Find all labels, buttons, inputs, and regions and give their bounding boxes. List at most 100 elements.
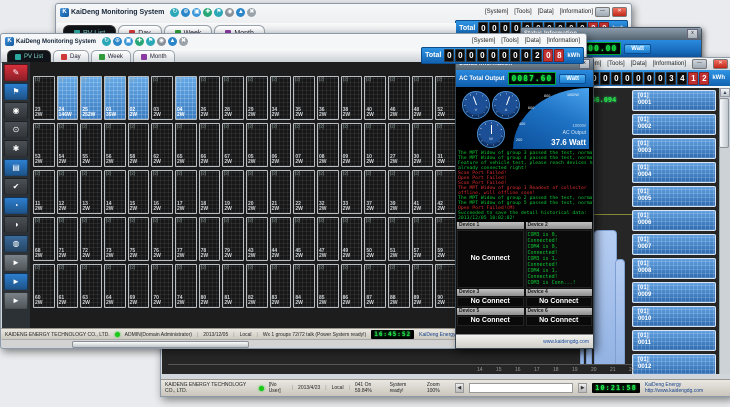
inverter-item[interactable]: [01]0001 xyxy=(632,90,716,111)
pv-panel[interactable]: [2]502W xyxy=(364,217,386,261)
menu-item[interactable]: [Information] xyxy=(653,61,686,67)
check-icon[interactable]: ✔ xyxy=(4,178,28,195)
history-icon[interactable]: ◔ xyxy=(4,197,28,214)
inverter-item[interactable]: [01]0004 xyxy=(632,162,716,183)
pv-panel[interactable]: [2]652W xyxy=(175,123,197,167)
video2-icon[interactable]: ► xyxy=(4,273,28,290)
pv-panel[interactable]: [2]102W xyxy=(364,123,386,167)
standby-icon[interactable]: ⊙ xyxy=(4,121,28,138)
zoom-right-icon[interactable]: ▶ xyxy=(578,383,587,393)
watt-unit-button[interactable]: Watt xyxy=(559,74,586,84)
pv-panel[interactable]: [2]142W xyxy=(104,170,126,214)
menu-item[interactable]: [Data] xyxy=(631,61,647,67)
pv-panel[interactable]: [2]302W xyxy=(412,123,434,167)
scroll-up-icon[interactable]: ▲ xyxy=(720,88,730,97)
pv-panel[interactable]: [2]852W xyxy=(317,264,339,308)
tab-month[interactable]: Month xyxy=(133,50,175,62)
pv-panel[interactable]: [2]172W xyxy=(175,170,197,214)
inverter-item[interactable]: [01]0008 xyxy=(632,258,716,279)
pv-panel[interactable]: [2]832W xyxy=(270,264,292,308)
inverter-item[interactable]: [01]0009 xyxy=(632,282,716,303)
pv-panel[interactable]: [1]25252W xyxy=(80,76,102,120)
tab-day[interactable]: Day xyxy=(53,50,89,62)
network-icon[interactable]: ◍ xyxy=(4,235,28,252)
pv-panel[interactable]: [2]462W xyxy=(388,76,410,120)
inverter-item[interactable]: [01]0012 xyxy=(632,354,716,374)
pv-panel[interactable]: [2]092W xyxy=(341,123,363,167)
up-icon[interactable]: ▲ xyxy=(168,37,177,46)
pv-panel[interactable]: [2]212W xyxy=(270,170,292,214)
power-icon[interactable]: ◉ xyxy=(4,102,28,119)
pv-panel[interactable]: [2]642W xyxy=(104,264,126,308)
tab-week[interactable]: Week xyxy=(91,50,131,62)
refresh-icon[interactable]: ↻ xyxy=(170,8,179,17)
pv-panel[interactable]: [2]352W xyxy=(293,76,315,120)
pv-panel[interactable]: [2]022W xyxy=(128,76,150,120)
record-icon[interactable]: ◉ xyxy=(157,37,166,46)
menu-item[interactable]: [Data] xyxy=(525,38,541,44)
pv-panel[interactable]: [2]902W xyxy=(435,264,457,308)
pv-panel[interactable]: [2]192W xyxy=(222,170,244,214)
pv-panel[interactable]: [2]772W xyxy=(175,217,197,261)
menu-item[interactable]: [Tools] xyxy=(514,9,531,15)
pv-panel[interactable]: [2]892W xyxy=(412,264,434,308)
video1-icon[interactable]: ► xyxy=(4,254,28,271)
pv-panel[interactable]: [2]442W xyxy=(270,217,292,261)
pv-panel[interactable]: [2]202W xyxy=(246,170,268,214)
pv-panel[interactable]: [2]422W xyxy=(435,170,457,214)
scrollbar-thumb[interactable] xyxy=(719,98,729,148)
scrollbar-thumb[interactable] xyxy=(72,341,249,348)
pv-panel[interactable]: [2]672W xyxy=(222,123,244,167)
pv-panel[interactable]: [2]732W xyxy=(104,217,126,261)
pv-panel[interactable]: [2]132W xyxy=(80,170,102,214)
pv-panel[interactable]: [2]382W xyxy=(341,76,363,120)
pv-panel[interactable]: [2]322W xyxy=(317,170,339,214)
pv-panel[interactable]: [1]24146W xyxy=(57,76,79,120)
pv-panel[interactable]: [2]592W xyxy=(435,217,457,261)
pv-panel[interactable]: [2]062W xyxy=(270,123,292,167)
lock-icon[interactable]: ▣ xyxy=(192,8,201,17)
pv-panel[interactable]: [2]152W xyxy=(128,170,150,214)
pv-panel[interactable]: [2]682W xyxy=(33,217,55,261)
menu-item[interactable]: [Information] xyxy=(547,38,580,44)
settings-icon[interactable]: ✱ xyxy=(4,140,28,157)
menu-item[interactable]: [Information] xyxy=(560,9,593,15)
titlebar[interactable]: K KaiDeng Monitoring System ↻⊕▣✚⚑◉▲✖ [Sy… xyxy=(56,4,631,20)
record-icon[interactable]: ◉ xyxy=(225,8,234,17)
flag-icon[interactable]: ⚑ xyxy=(214,8,223,17)
pv-panel[interactable]: [2]842W xyxy=(293,264,315,308)
pv-panel[interactable]: [2]572W xyxy=(412,217,434,261)
pv-panel[interactable]: [2]412W xyxy=(412,170,434,214)
event-log[interactable]: The MPT Widow of group 3 passed the test… xyxy=(456,150,593,222)
zoom-slider[interactable] xyxy=(469,383,574,393)
stop-icon[interactable]: ✖ xyxy=(179,37,188,46)
pv-panel[interactable]: [2]482W xyxy=(412,76,434,120)
close-button[interactable]: ✕ xyxy=(612,7,627,17)
pv-panel[interactable]: [2]312W xyxy=(435,123,457,167)
video3-icon[interactable]: ► xyxy=(4,292,28,309)
pie-icon[interactable]: ◑ xyxy=(4,216,28,233)
pv-panel[interactable]: [2]862W xyxy=(341,264,363,308)
pv-panel[interactable]: [2]622W xyxy=(151,123,173,167)
pv-panel[interactable]: [2]782W xyxy=(199,217,221,261)
pv-panel[interactable]: [2]702W xyxy=(151,264,173,308)
flag-icon[interactable]: ⚑ xyxy=(146,37,155,46)
inverter-item[interactable]: [01]0006 xyxy=(632,210,716,231)
pv-panel[interactable]: [2]182W xyxy=(199,170,221,214)
pv-panel[interactable]: [2]582W xyxy=(128,123,150,167)
pv-panel[interactable]: [2]612W xyxy=(57,264,79,308)
report-icon[interactable]: ✚ xyxy=(135,37,144,46)
inverter-item[interactable]: [01]0002 xyxy=(632,114,716,135)
menu-item[interactable]: [Tools] xyxy=(607,61,624,67)
pv-panel[interactable]: [2]042W xyxy=(175,76,197,120)
pv-panel[interactable]: [2]492W xyxy=(341,217,363,261)
pv-panel[interactable]: [2]272W xyxy=(388,123,410,167)
pv-panel[interactable]: [2]282W xyxy=(222,76,244,120)
pv-panel[interactable]: [2]562W xyxy=(104,123,126,167)
pv-panel[interactable]: [2]762W xyxy=(151,217,173,261)
inverter-item[interactable]: [01]0011 xyxy=(632,330,716,351)
pv-panel[interactable]: [2]522W xyxy=(435,76,457,120)
pv-panel[interactable]: [2]812W xyxy=(222,264,244,308)
pv-panel[interactable]: [2]662W xyxy=(199,123,221,167)
pv-panel[interactable]: [2]072W xyxy=(293,123,315,167)
